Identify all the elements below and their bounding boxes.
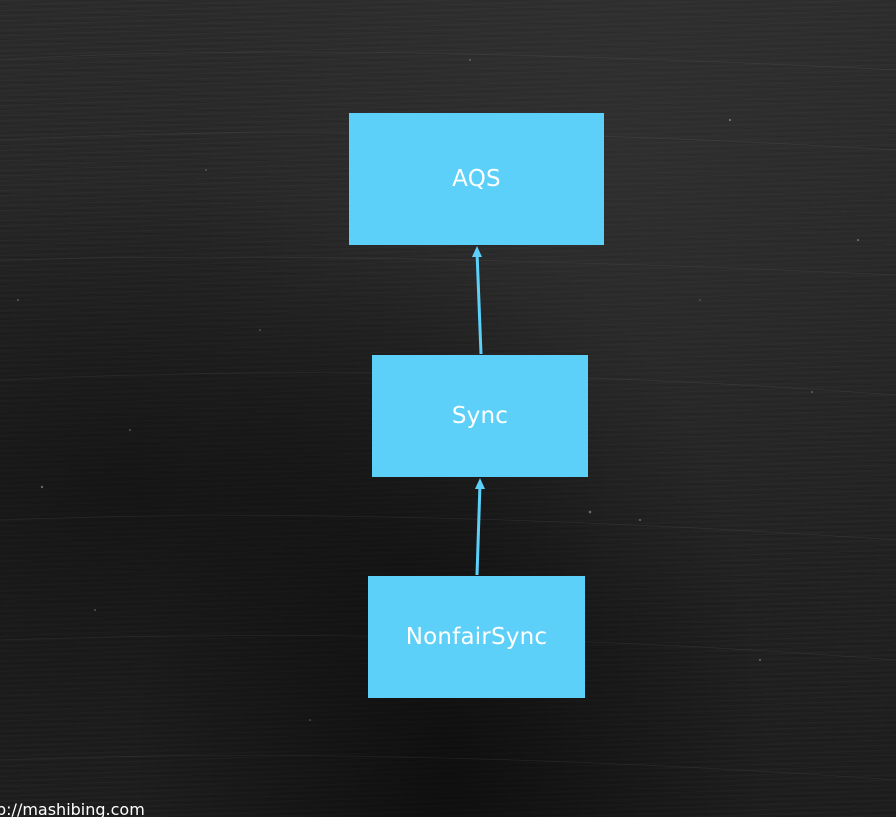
edge-nonfair-to-sync — [475, 483, 482, 576]
node-aqs: AQS — [349, 113, 604, 245]
node-sync-label: Sync — [451, 403, 509, 429]
node-nonfairsync: NonfairSync — [368, 576, 585, 698]
node-sync: Sync — [372, 355, 588, 477]
edge-nonfair-to-sync-arrowhead — [475, 478, 485, 489]
watermark-url: p://mashibing.com — [0, 800, 145, 817]
chalkboard-background: AQS Sync NonfairSync p://mashibing.com — [0, 0, 896, 817]
edge-sync-to-aqs — [475, 251, 483, 355]
edge-sync-to-aqs-arrowhead — [472, 246, 482, 257]
node-nonfairsync-label: NonfairSync — [405, 624, 548, 650]
node-aqs-label: AQS — [452, 166, 501, 192]
